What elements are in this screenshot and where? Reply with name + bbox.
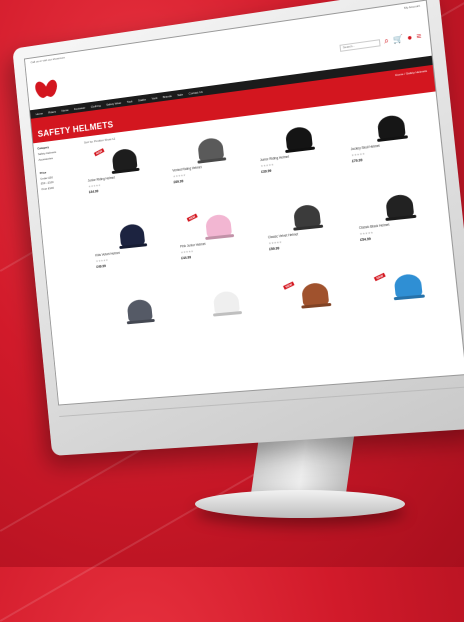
helmet-image[interactable] — [385, 193, 415, 219]
helmet-image[interactable] — [293, 203, 322, 229]
product-card[interactable]: NEW Junior Riding Helmet ★★★★★ £44.99 — [85, 141, 169, 220]
product-grid: NEW Junior Riding Helmet ★★★★★ £44.99 Vented… — [85, 106, 458, 369]
helmet-image[interactable] — [118, 223, 146, 247]
nav-item[interactable]: Brands — [163, 94, 172, 99]
logo-icon — [32, 77, 59, 101]
nav-item[interactable]: Footwear — [74, 105, 86, 110]
monitor-screen: Call us or visit our showroom My Account… — [23, 0, 464, 406]
nav-item[interactable]: Yard — [151, 95, 157, 100]
helmet-image[interactable] — [204, 213, 232, 238]
product-card[interactable]: NEW Pink Junior Helmet ★★★★★ £44.99 — [177, 207, 264, 286]
product-card[interactable]: NEW — [364, 266, 458, 347]
product-listing: Sort by: Position Show 12 NEW Junior Ridi… — [84, 96, 458, 369]
product-card[interactable]: Vented Riding Helmet ★★★★★ £69.99 — [169, 129, 256, 209]
product-card[interactable]: Classic Black Helmet ★★★★★ £54.99 — [356, 186, 450, 268]
nav-item[interactable]: Sale — [177, 92, 183, 97]
filter-group: Price Under £50 £50 - £100 Over £100 — [40, 166, 83, 191]
product-card[interactable]: NEW — [273, 275, 364, 355]
helmet-image[interactable] — [393, 273, 423, 299]
product-card[interactable]: Classic Velvet Helmet ★★★★★ £59.99 — [265, 197, 355, 278]
new-badge: NEW — [374, 272, 386, 282]
nav-item[interactable]: Home — [36, 111, 43, 116]
my-account-link[interactable]: My Account — [404, 4, 421, 16]
helmet-image[interactable] — [196, 136, 224, 162]
product-card[interactable]: Junior Riding Helmet ★★★★★ £39.99 — [257, 118, 347, 200]
nav-item[interactable]: Safety Wear — [106, 100, 121, 106]
cart-icon[interactable]: 🛒 — [392, 34, 403, 45]
user-icon[interactable]: ● — [407, 33, 413, 43]
breadcrumb[interactable]: Home / Safety Helmets — [395, 69, 427, 77]
product-card[interactable]: Kids Velvet Helmet ★★★★★ £49.99 — [92, 216, 176, 294]
search-icon[interactable]: ⌕ — [384, 36, 390, 46]
search-input[interactable] — [339, 38, 381, 52]
helmet-image[interactable] — [301, 281, 330, 307]
helmet-image[interactable] — [285, 125, 314, 151]
monitor: Call us or visit our showroom My Account… — [12, 0, 464, 456]
nav-item[interactable]: Horse — [61, 107, 69, 112]
site-logo[interactable] — [32, 77, 61, 101]
new-badge: NEW — [186, 213, 198, 222]
helmet-image[interactable] — [376, 114, 406, 140]
nav-item[interactable]: Clothing — [90, 103, 100, 108]
new-badge: NEW — [93, 148, 105, 157]
helmet-image[interactable] — [212, 290, 240, 315]
header-tools: ⌕ 🛒 ● ≡ — [339, 31, 422, 52]
helmet-image[interactable] — [126, 298, 153, 323]
nav-item[interactable]: Stable — [138, 97, 146, 102]
nav-item[interactable]: Tack — [127, 99, 133, 104]
nav-item[interactable]: Riders — [48, 109, 56, 114]
product-card[interactable] — [100, 292, 185, 369]
filter-group: Category Safety Helmets Accessories — [37, 141, 80, 161]
new-badge: NEW — [282, 281, 295, 290]
menu-icon[interactable]: ≡ — [416, 31, 422, 41]
product-card[interactable]: Jockey Skull Helmet ★★★★★ £79.99 — [347, 106, 440, 189]
nav-item[interactable]: Contact Us — [188, 89, 202, 95]
product-card[interactable] — [185, 284, 273, 362]
helmet-image[interactable] — [111, 147, 138, 172]
monitor-stand-base — [195, 490, 405, 518]
